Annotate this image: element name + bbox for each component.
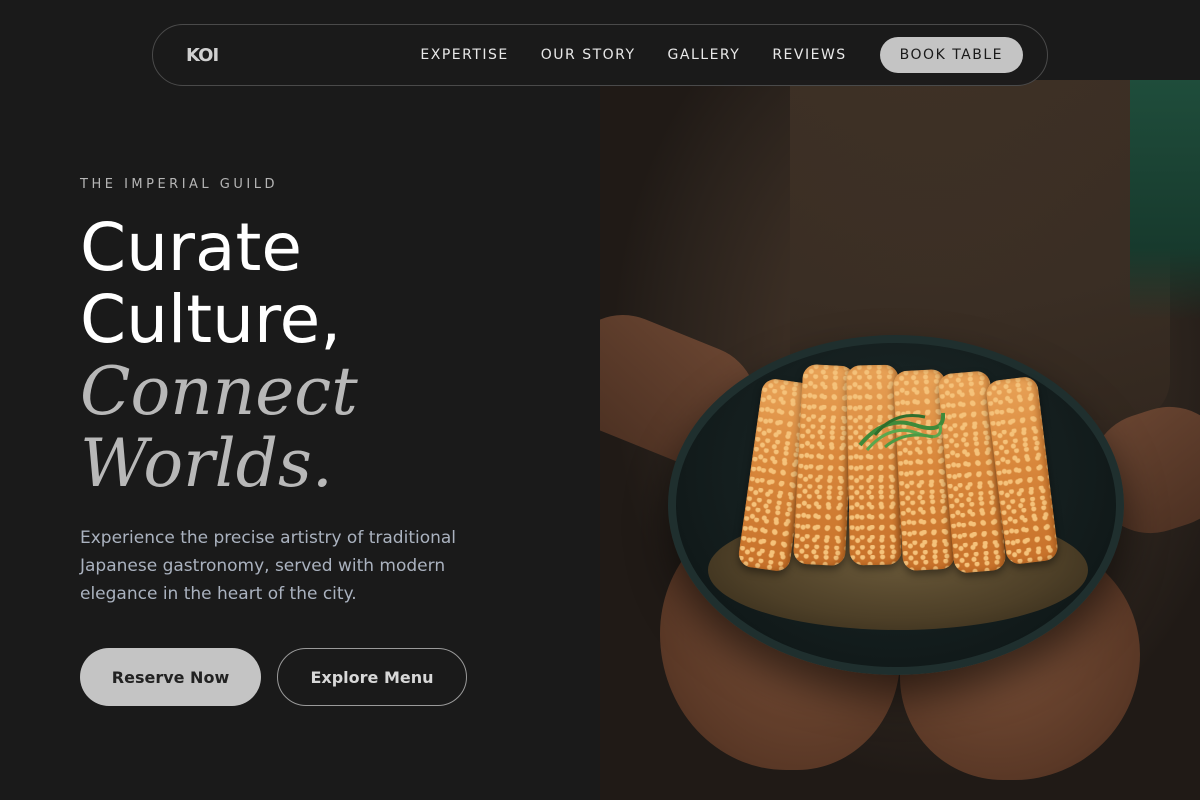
headline-line-3: Connect	[80, 353, 358, 430]
nav-link-gallery[interactable]: GALLERY	[668, 47, 741, 63]
hero-eyebrow: THE IMPERIAL GUILD	[80, 177, 278, 192]
brand-logo[interactable]: KOI	[186, 45, 219, 66]
book-table-button[interactable]: BOOK TABLE	[879, 37, 1023, 73]
headline-line-1: Curate	[80, 209, 302, 286]
hero-food-image	[600, 80, 1200, 800]
headline-line-2: Culture,	[80, 281, 342, 358]
scallion-garnish	[858, 412, 945, 451]
background-foliage	[1130, 80, 1200, 320]
reserve-now-button[interactable]: Reserve Now	[80, 648, 261, 706]
headline-line-4: Worlds.	[80, 425, 333, 502]
hero-description: Experience the precise artistry of tradi…	[80, 528, 457, 604]
nav-links: EXPERTISE OUR STORY GALLERY REVIEWS BOOK…	[420, 37, 1023, 73]
nav-link-expertise[interactable]: EXPERTISE	[420, 47, 508, 63]
top-navigation: KOI EXPERTISE OUR STORY GALLERY REVIEWS …	[152, 24, 1048, 86]
nav-link-our-story[interactable]: OUR STORY	[541, 47, 636, 63]
hero-headline: Curate Culture, Connect Worlds.	[80, 212, 358, 500]
explore-menu-button[interactable]: Explore Menu	[277, 648, 467, 706]
nav-link-reviews[interactable]: REVIEWS	[772, 47, 846, 63]
